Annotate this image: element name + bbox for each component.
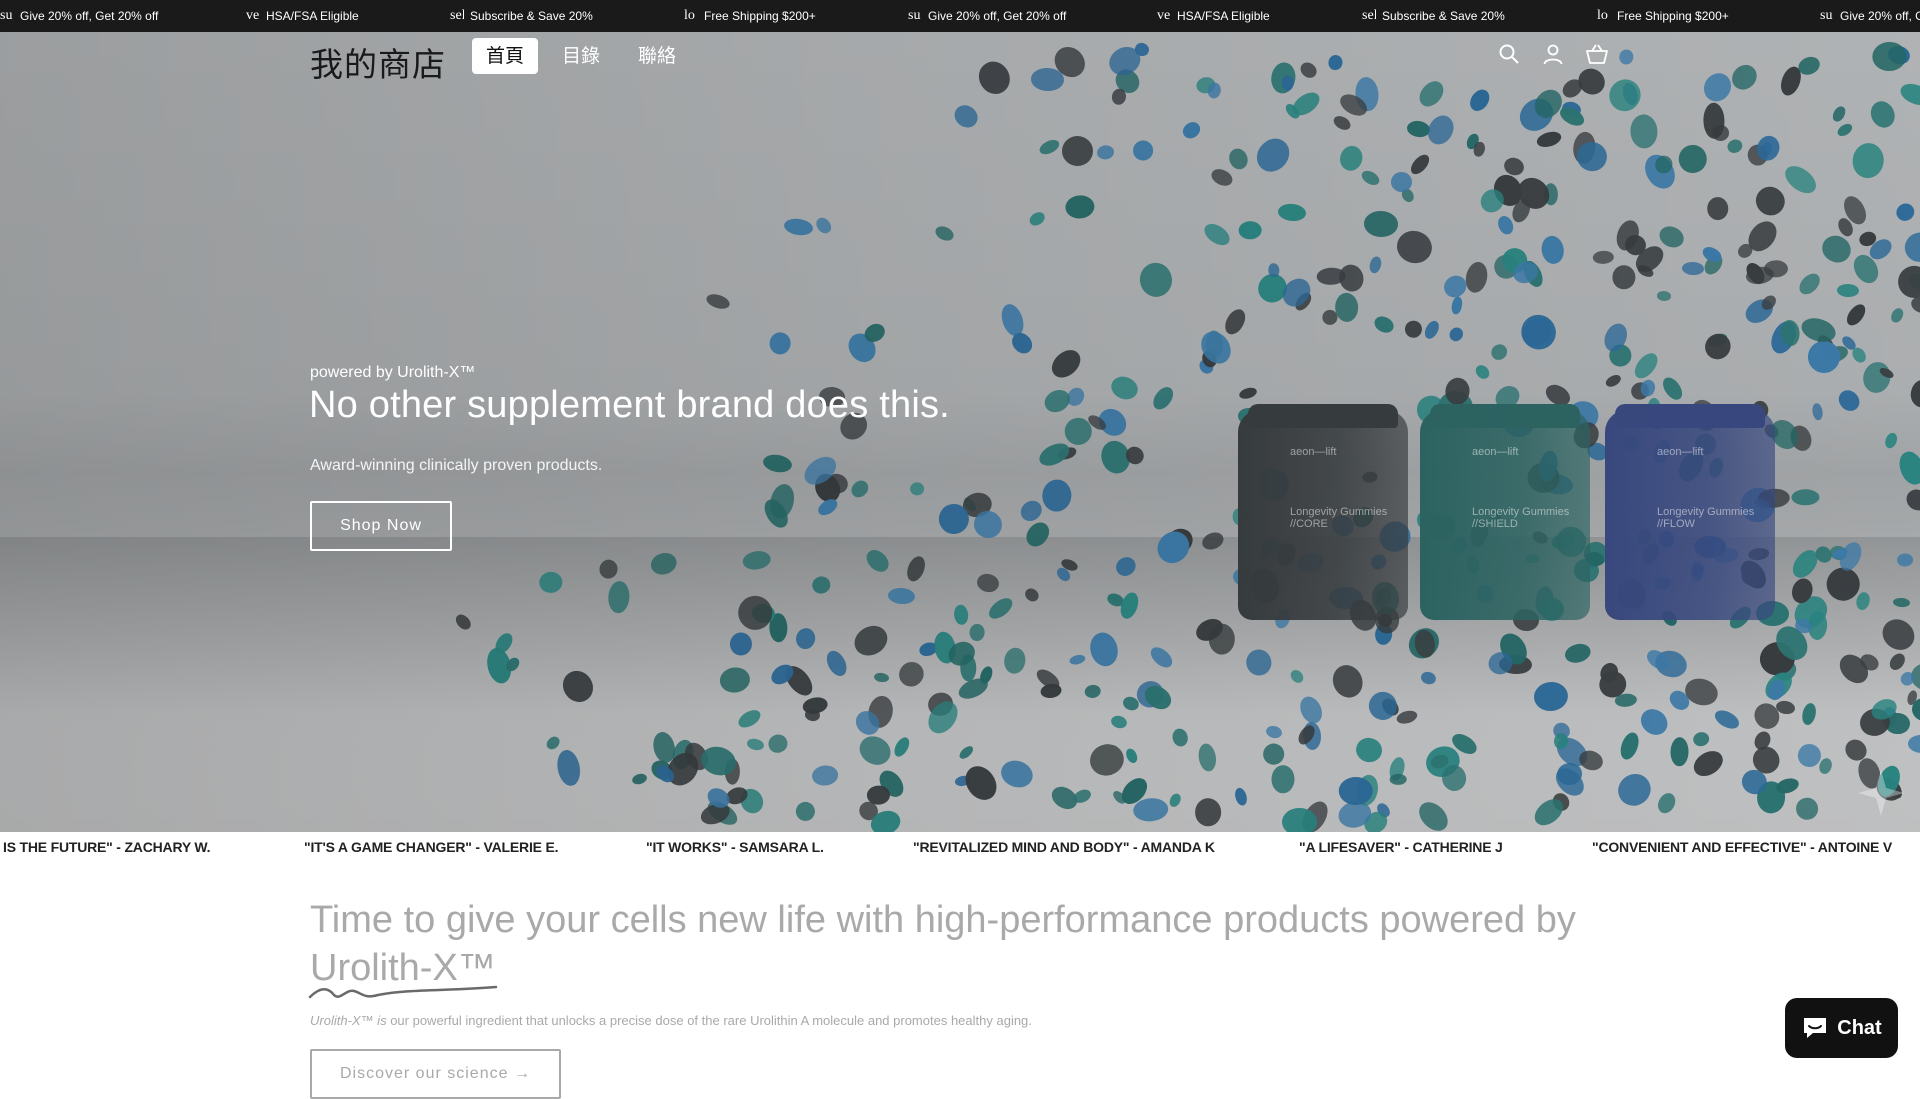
announcement-icon: ve <box>246 8 260 23</box>
announcement-item: ve HSA/FSA Eligible <box>1157 0 1270 32</box>
announcement-text: Give 20% off, Get 20% off <box>20 9 159 23</box>
announcement-text: HSA/FSA Eligible <box>266 9 359 23</box>
announcement-item: su Give 20% off, Get 20% off <box>1820 0 1920 32</box>
shop-now-button[interactable]: Shop Now <box>310 501 452 551</box>
testimonial-item: IS THE FUTURE" - ZACHARY W. <box>3 839 211 855</box>
cart-icon[interactable] <box>1585 42 1609 66</box>
sparkle-icon <box>1858 770 1904 816</box>
announcement-icon: lo <box>684 8 695 23</box>
nav-item-catalog[interactable]: 目錄 <box>548 38 614 74</box>
announcement-item: su Give 20% off, Get 20% off <box>908 0 1066 32</box>
chat-bubble-icon <box>1804 1018 1827 1038</box>
announcement-item: ve HSA/FSA Eligible <box>246 0 359 32</box>
announcement-icon: su <box>908 8 921 23</box>
announcement-icon: sel <box>450 8 464 23</box>
announcement-text: Free Shipping $200+ <box>1617 9 1729 23</box>
hero-eyebrow: powered by Urolith-X™ <box>310 364 476 381</box>
testimonial-item: "CONVENIENT AND EFFECTIVE" - ANTOINE V <box>1592 839 1892 855</box>
testimonial-marquee: IS THE FUTURE" - ZACHARY W. "IT'S A GAME… <box>0 832 1920 862</box>
hero-title: No other supplement brand does this. <box>309 384 950 426</box>
announcement-item: lo Free Shipping $200+ <box>684 0 816 32</box>
announcement-text: Subscribe & Save 20% <box>1382 9 1505 23</box>
announcement-item: su Give 20% off, Get 20% off <box>0 0 158 32</box>
hero-banner: aeon—liftLongevity Gummies //COREaeon—li… <box>0 32 1920 832</box>
nav-item-home[interactable]: 首頁 <box>472 38 539 74</box>
testimonial-item: "IT'S A GAME CHANGER" - VALERIE E. <box>304 839 559 855</box>
science-description-rest: our powerful ingredient that unlocks a p… <box>386 1013 1032 1028</box>
announcement-icon: sel <box>1362 8 1376 23</box>
science-description: Urolith-X™ is our powerful ingredient th… <box>310 1013 1032 1028</box>
discover-science-button[interactable]: Discover our science → <box>310 1049 561 1099</box>
site-header: 我的商店 首頁 目錄 聯絡 <box>0 32 1920 84</box>
header-icons <box>1497 42 1609 66</box>
announcement-icon: su <box>0 8 13 23</box>
squiggle-underline <box>308 985 498 999</box>
announcement-item: lo Free Shipping $200+ <box>1597 0 1729 32</box>
account-icon[interactable] <box>1541 42 1565 66</box>
announcement-text: Give 20% off, Get 20% off <box>928 9 1067 23</box>
announcement-bar: su Give 20% off, Get 20% off ve HSA/FSA Eli… <box>0 0 1920 32</box>
announcement-text: Give 20% off, Get 20% off <box>1840 9 1920 23</box>
chat-button[interactable]: Chat <box>1785 998 1898 1058</box>
store-logo[interactable]: 我的商店 <box>310 38 446 86</box>
testimonial-item: "A LIFESAVER" - CATHERINE J <box>1299 839 1503 855</box>
announcement-text: HSA/FSA Eligible <box>1177 9 1270 23</box>
nav-item-contact[interactable]: 聯絡 <box>624 38 690 74</box>
announcement-icon: su <box>1820 8 1833 23</box>
chat-label: Chat <box>1837 1016 1882 1039</box>
main-nav: 首頁 目錄 聯絡 <box>472 38 700 74</box>
hero-subtitle: Award-winning clinically proven products… <box>310 457 603 474</box>
science-heading: Time to give your cells new life with hi… <box>310 899 1576 989</box>
announcement-text: Free Shipping $200+ <box>704 9 816 23</box>
hero-overlay <box>0 32 1920 832</box>
announcement-icon: ve <box>1157 8 1171 23</box>
announcement-item: sel Subscribe & Save 20% <box>1362 0 1505 32</box>
announcement-text: Subscribe & Save 20% <box>470 9 593 23</box>
testimonial-item: "IT WORKS" - SAMSARA L. <box>646 839 824 855</box>
science-description-em: Urolith-X™ is <box>310 1013 387 1028</box>
testimonial-item: "REVITALIZED MIND AND BODY" - AMANDA K <box>913 839 1215 855</box>
search-icon[interactable] <box>1497 42 1521 66</box>
announcement-item: sel Subscribe & Save 20% <box>450 0 593 32</box>
announcement-icon: lo <box>1597 8 1608 23</box>
